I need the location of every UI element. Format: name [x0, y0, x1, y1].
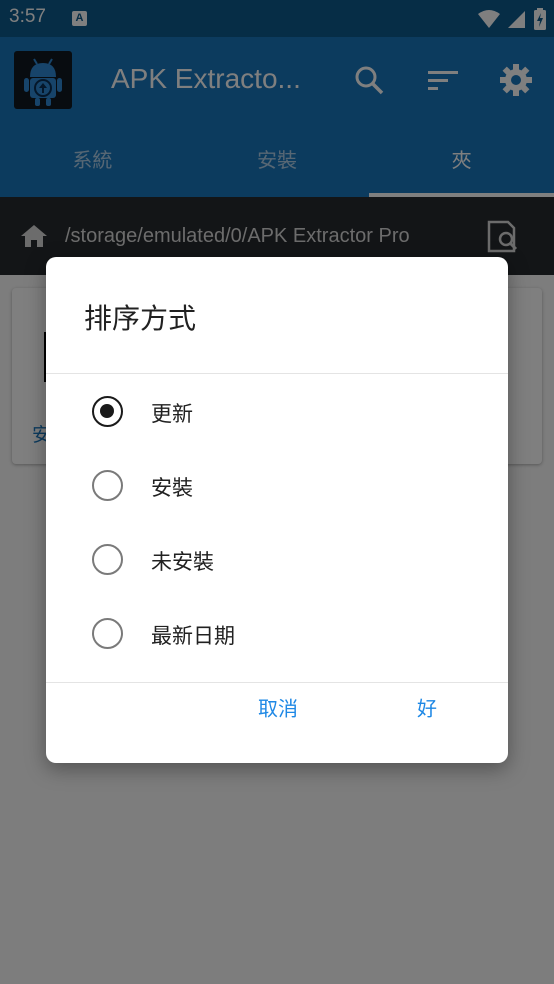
dialog-bottom-divider: [46, 682, 508, 683]
dialog-title: 排序方式: [84, 302, 197, 335]
sort-option-latest-date[interactable]: 最新日期: [46, 596, 508, 670]
sort-option-not-installed[interactable]: 未安裝: [46, 522, 508, 596]
sort-dialog: 排序方式 更新 安裝 未安裝 最新日期 取消 好: [46, 257, 508, 763]
radio-button-checked[interactable]: [92, 396, 123, 427]
sort-options: 更新 安裝 未安裝 最新日期: [46, 374, 508, 670]
sort-option-label: 更新: [151, 402, 193, 426]
sort-option-updated[interactable]: 更新: [46, 374, 508, 448]
cancel-button[interactable]: 取消: [244, 685, 312, 730]
radio-button[interactable]: [92, 618, 123, 649]
sort-option-label: 未安裝: [151, 550, 214, 574]
radio-button[interactable]: [92, 470, 123, 501]
radio-button[interactable]: [92, 544, 123, 575]
sort-option-label: 安裝: [151, 476, 193, 500]
sort-option-label: 最新日期: [151, 624, 235, 648]
sort-option-installed[interactable]: 安裝: [46, 448, 508, 522]
ok-button[interactable]: 好: [403, 685, 451, 730]
